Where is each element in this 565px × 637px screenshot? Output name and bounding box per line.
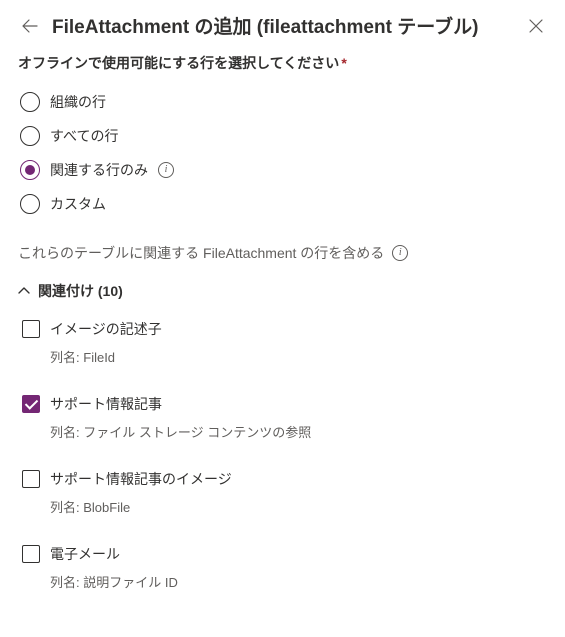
radio-all-rows[interactable]: すべての行: [20, 119, 547, 153]
list-item-column: 列名: BlobFile: [50, 497, 232, 516]
list-item: サポート情報記事 列名: ファイル ストレージ コンテンツの参照: [22, 394, 547, 441]
radio-icon: [20, 160, 40, 180]
checkbox[interactable]: [22, 320, 40, 338]
radio-icon: [20, 126, 40, 146]
checkbox[interactable]: [22, 470, 40, 488]
chevron-up-icon: [18, 285, 30, 297]
radio-label: カスタム: [50, 194, 106, 214]
radio-icon: [20, 92, 40, 112]
list-item-title: サポート情報記事: [50, 394, 311, 414]
arrow-left-icon: [22, 18, 38, 34]
list-item: 電子メール 列名: 説明ファイル ID: [22, 544, 547, 591]
close-button[interactable]: [525, 15, 547, 37]
list-item-column: 列名: FileId: [50, 347, 162, 366]
list-item: イメージの記述子 列名: FileId: [22, 319, 547, 366]
close-icon: [529, 19, 543, 33]
list-item-title: サポート情報記事のイメージ: [50, 469, 232, 489]
radio-org-rows[interactable]: 組織の行: [20, 85, 547, 119]
relationships-section-toggle[interactable]: 関連付け (10): [18, 281, 547, 301]
relationships-list: イメージの記述子 列名: FileId サポート情報記事 列名: ファイル スト…: [22, 319, 547, 591]
list-item-title: イメージの記述子: [50, 319, 162, 339]
info-icon[interactable]: i: [392, 245, 408, 261]
instruction-text: オフラインで使用可能にする行を選択してください*: [18, 53, 547, 73]
radio-related-rows[interactable]: 関連する行のみ i: [20, 153, 547, 187]
list-item-column: 列名: 説明ファイル ID: [50, 572, 178, 591]
list-item-column: 列名: ファイル ストレージ コンテンツの参照: [50, 422, 311, 441]
row-scope-radio-group: 組織の行 すべての行 関連する行のみ i カスタム: [20, 85, 547, 221]
radio-label: 関連する行のみ: [50, 160, 148, 180]
info-icon[interactable]: i: [158, 162, 174, 178]
required-asterisk: *: [341, 55, 346, 71]
panel-title: FileAttachment の追加 (fileattachment テーブル): [52, 12, 515, 39]
checkbox[interactable]: [22, 545, 40, 563]
back-button[interactable]: [18, 14, 42, 38]
related-tables-hint-text: これらのテーブルに関連する FileAttachment の行を含める: [18, 243, 384, 263]
radio-label: すべての行: [50, 126, 118, 146]
related-tables-hint: これらのテーブルに関連する FileAttachment の行を含める i: [18, 243, 547, 263]
list-item: サポート情報記事のイメージ 列名: BlobFile: [22, 469, 547, 516]
radio-icon: [20, 194, 40, 214]
relationships-section-label: 関連付け (10): [38, 281, 123, 301]
radio-label: 組織の行: [50, 92, 106, 112]
list-item-title: 電子メール: [50, 544, 178, 564]
checkbox[interactable]: [22, 395, 40, 413]
radio-custom[interactable]: カスタム: [20, 187, 547, 221]
instruction-label: オフラインで使用可能にする行を選択してください: [18, 55, 339, 71]
